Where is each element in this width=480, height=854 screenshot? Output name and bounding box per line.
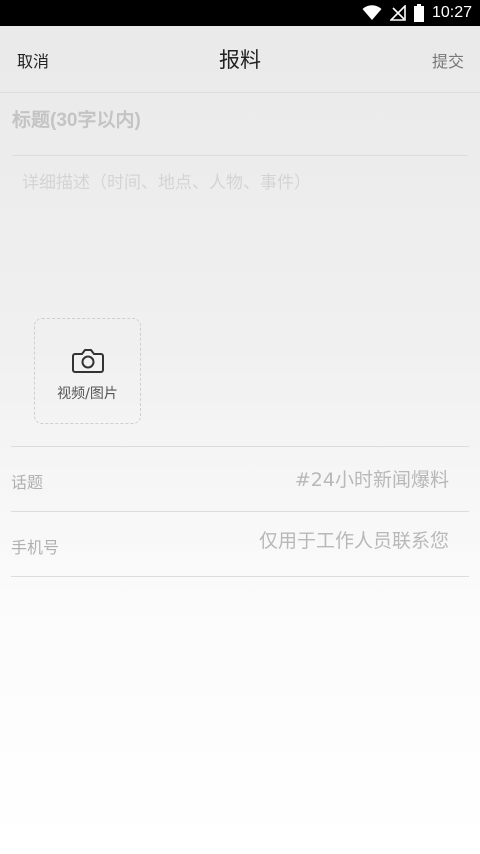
- signal-off-icon: [389, 5, 406, 21]
- camera-icon: [72, 349, 104, 373]
- status-icons: 10:27: [362, 0, 472, 26]
- title-field: [12, 93, 468, 156]
- topic-row[interactable]: 话题 #24小时新闻爆料: [11, 446, 469, 511]
- battery-icon: [413, 4, 424, 22]
- phone-input[interactable]: [189, 530, 449, 552]
- topic-label: 话题: [11, 473, 44, 492]
- description-textarea[interactable]: [22, 168, 452, 298]
- clock: 10:27: [431, 4, 472, 21]
- wifi-icon: [362, 5, 382, 20]
- top-nav-bar: 取消 报料 提交: [0, 26, 480, 93]
- title-input[interactable]: [12, 110, 452, 132]
- phone-label: 手机号: [11, 538, 60, 557]
- page-title: 报料: [219, 48, 261, 72]
- add-media-label: 视频/图片: [57, 386, 118, 402]
- submit-button[interactable]: 提交: [432, 48, 464, 72]
- description-field: [12, 160, 468, 310]
- status-bar: 10:27: [0, 0, 480, 26]
- topic-value[interactable]: #24小时新闻爆料: [295, 465, 449, 492]
- phone-row: 手机号: [11, 511, 469, 576]
- divider: [11, 576, 469, 577]
- add-media-button[interactable]: 视频/图片: [34, 318, 141, 424]
